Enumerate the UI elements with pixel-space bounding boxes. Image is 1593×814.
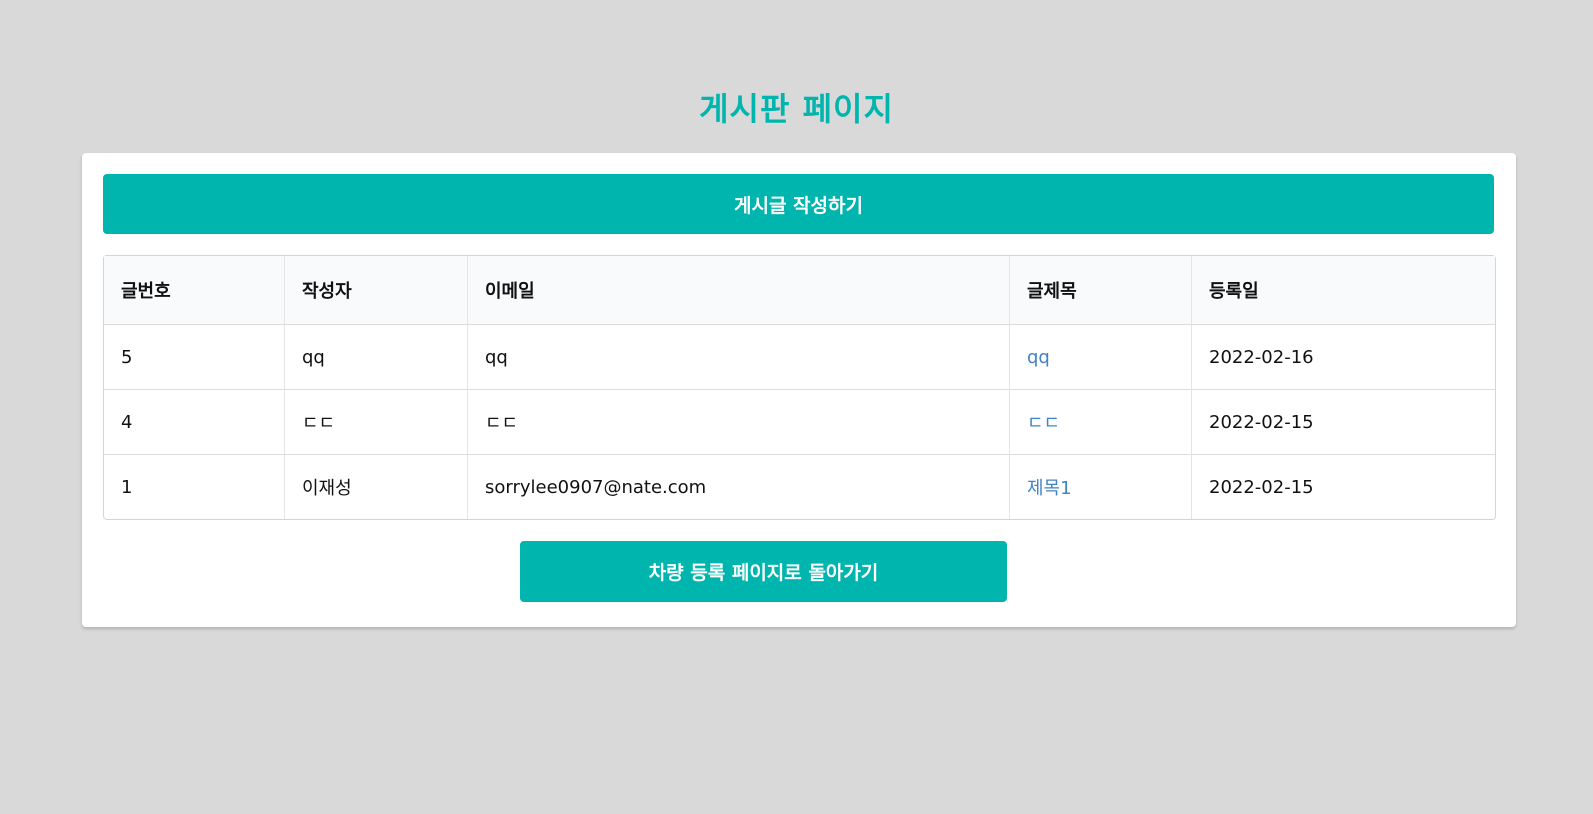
email-cell: ㄷㄷ xyxy=(467,390,1009,455)
author-cell: qq xyxy=(284,325,467,390)
header-post-title: 글제목 xyxy=(1009,256,1191,325)
board-table: 글번호 작성자 이메일 글제목 등록일 5 qq qq qq 2022-02-1… xyxy=(103,255,1496,520)
header-date: 등록일 xyxy=(1191,256,1495,325)
post-title-link[interactable]: qq xyxy=(1027,347,1050,368)
header-author: 작성자 xyxy=(284,256,467,325)
page-title: 게시판 페이지 xyxy=(699,90,894,128)
header-email: 이메일 xyxy=(467,256,1009,325)
post-number-cell: 4 xyxy=(104,390,284,455)
title-cell: qq xyxy=(1009,325,1191,390)
post-number-cell: 5 xyxy=(104,325,284,390)
date-cell: 2022-02-15 xyxy=(1191,390,1495,455)
table-row: 1 이재성 sorrylee0907@nate.com 제목1 2022-02-… xyxy=(104,455,1495,519)
board-card: 게시글 작성하기 글번호 작성자 이메일 글제목 등록일 5 qq qq qq xyxy=(82,153,1516,627)
post-title-link[interactable]: 제목1 xyxy=(1027,478,1072,499)
post-number-cell: 1 xyxy=(121,476,133,498)
post-title-link[interactable]: ㄷㄷ xyxy=(1027,413,1060,434)
email-cell: sorrylee0907@nate.com xyxy=(467,455,1009,519)
header-post-number: 글번호 xyxy=(104,256,284,325)
table-header-row: 글번호 작성자 이메일 글제목 등록일 xyxy=(104,256,1495,325)
write-post-button[interactable]: 게시글 작성하기 xyxy=(103,174,1494,234)
email-cell: qq xyxy=(467,325,1009,390)
back-to-vehicle-registration-button[interactable]: 차량 등록 페이지로 돌아가기 xyxy=(520,541,1007,602)
date-cell: 2022-02-15 xyxy=(1191,455,1495,519)
author-cell: ㄷㄷ xyxy=(284,390,467,455)
date-cell: 2022-02-16 xyxy=(1191,325,1495,390)
author-cell: 이재성 xyxy=(284,455,467,519)
title-cell: 제목1 xyxy=(1009,455,1191,519)
title-cell: ㄷㄷ xyxy=(1009,390,1191,455)
table-row: 5 qq qq qq 2022-02-16 xyxy=(104,325,1495,390)
table-row: 4 ㄷㄷ ㄷㄷ ㄷㄷ 2022-02-15 xyxy=(104,390,1495,455)
